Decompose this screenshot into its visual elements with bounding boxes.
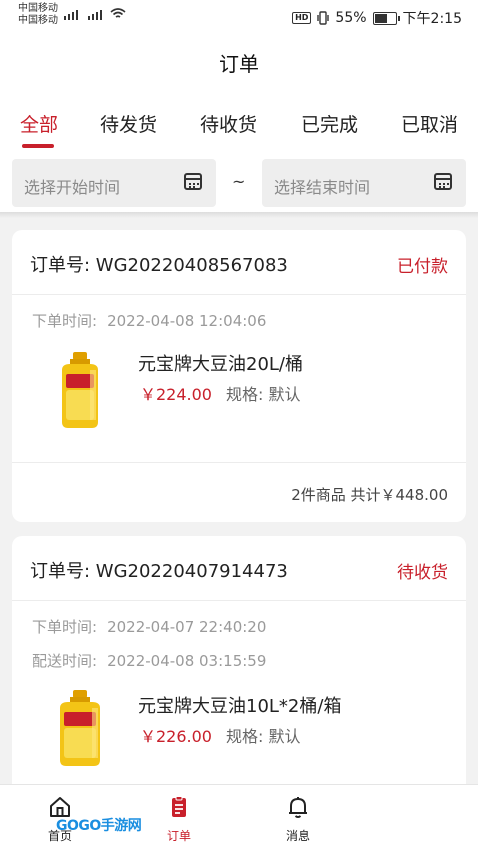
product-price: ￥224.00	[140, 385, 212, 404]
product-image[interactable]	[52, 688, 108, 768]
clock: 下午2:15	[402, 11, 462, 27]
product-name: 元宝牌大豆油10L*2桶/箱	[138, 696, 342, 717]
product-spec: 规格: 默认	[226, 727, 301, 746]
tab-to-ship[interactable]: 待发货	[100, 110, 157, 137]
order-number: 订单号: WG20220407914473	[30, 561, 288, 582]
battery-icon	[372, 11, 400, 25]
status-bar: 中国移动 中国移动 HD 55% 下午2:15	[0, 0, 478, 34]
order-time-label: 下单时间:	[32, 618, 98, 636]
product-spec: 规格: 默认	[226, 385, 301, 404]
date-filter: 选择开始时间 ~ 选择结束时间	[0, 152, 478, 212]
order-time-value: 2022-04-08 12:04:06	[107, 312, 267, 330]
order-time: 下单时间: 2022-04-07 22:40:20	[32, 616, 266, 637]
battery-percent: 55%	[335, 10, 367, 26]
status-right: HD 55% 下午2:15	[292, 8, 462, 28]
order-card[interactable]: 订单号: WG20220408567083 已付款 下单时间: 2022-04-0…	[12, 230, 466, 522]
nav-orders-label: 订单	[166, 829, 191, 843]
tab-active-indicator	[22, 144, 54, 148]
order-time-label: 下单时间:	[32, 312, 98, 330]
order-tabs: 全部 待发货 待收货 已完成 已取消	[0, 88, 478, 152]
order-card[interactable]: 订单号: WG20220407914473 待收货 下单时间: 2022-04-0…	[12, 536, 466, 796]
carrier-2: 中国移动	[18, 15, 58, 26]
order-icon	[172, 796, 186, 817]
bell-icon	[289, 797, 307, 818]
end-date-field[interactable]: 选择结束时间	[262, 159, 466, 207]
order-status: 待收货	[397, 563, 448, 583]
nav-messages-label: 消息	[285, 829, 310, 843]
tab-completed[interactable]: 已完成	[301, 110, 358, 137]
product-image[interactable]	[52, 350, 108, 430]
order-status: 已付款	[397, 257, 448, 277]
carrier-1: 中国移动	[18, 3, 58, 14]
title-bar: 订单	[0, 34, 478, 88]
card-divider	[12, 462, 466, 463]
calendar-icon[interactable]	[184, 173, 202, 190]
delivery-time-label: 配送时间:	[32, 652, 98, 670]
nav-messages[interactable]: 消息	[268, 795, 328, 844]
calendar-icon[interactable]	[434, 173, 452, 190]
product-price: ￥226.00	[140, 727, 212, 746]
order-time: 下单时间: 2022-04-08 12:04:06	[32, 310, 266, 331]
bottom-nav: 首页 订单 消息 GOGO手游网	[0, 784, 478, 851]
start-date-placeholder: 选择开始时间	[24, 178, 121, 197]
order-card-header: 订单号: WG20220408567083 已付款	[12, 230, 466, 295]
filter-shadow	[0, 212, 478, 218]
delivery-time-value: 2022-04-08 03:15:59	[107, 652, 267, 670]
nav-orders[interactable]: 订单	[149, 795, 209, 844]
product-name: 元宝牌大豆油20L/桶	[138, 354, 303, 375]
hd-icon: HD	[292, 12, 312, 24]
tab-to-receive[interactable]: 待收货	[200, 110, 257, 137]
order-card-header: 订单号: WG20220407914473 待收货	[12, 536, 466, 601]
end-date-placeholder: 选择结束时间	[274, 178, 371, 197]
order-summary: 2件商品 共计￥448.00	[291, 486, 448, 504]
tab-all[interactable]: 全部	[20, 110, 58, 137]
carrier-info: 中国移动 中国移动	[18, 3, 58, 27]
date-separator: ~	[232, 172, 246, 191]
delivery-time: 配送时间: 2022-04-08 03:15:59	[32, 650, 266, 671]
tab-cancelled[interactable]: 已取消	[401, 110, 458, 137]
wifi-icon	[110, 8, 126, 18]
page-title: 订单	[219, 52, 259, 76]
watermark: GOGO手游网	[56, 818, 142, 834]
order-time-value: 2022-04-07 22:40:20	[107, 618, 267, 636]
order-number: 订单号: WG20220408567083	[30, 255, 288, 276]
vibrate-icon	[317, 11, 330, 25]
signal-icon	[64, 8, 126, 20]
start-date-field[interactable]: 选择开始时间	[12, 159, 216, 207]
